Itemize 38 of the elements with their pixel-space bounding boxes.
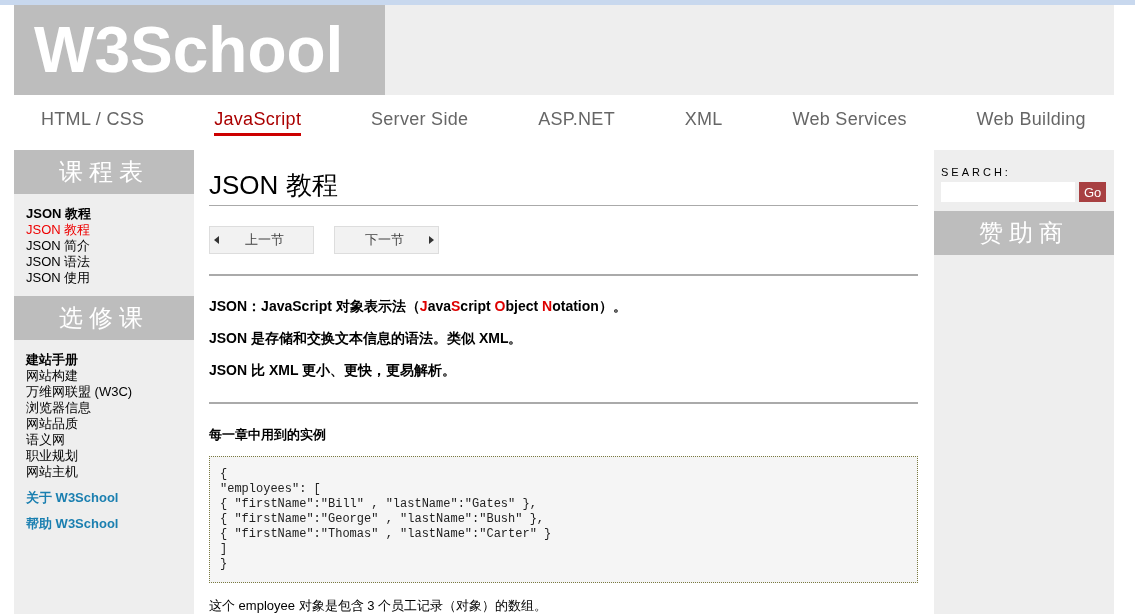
sidebar-link[interactable]: 帮助 W3School (26, 516, 182, 532)
nav-tab[interactable]: Web Building (976, 109, 1086, 136)
sidebar-heading: 选修课 (14, 296, 194, 340)
sidebar-section-title: 建站手册 (26, 352, 79, 368)
sidebar-section-title: JSON 教程 (26, 206, 92, 222)
nav-tab[interactable]: XML (684, 109, 723, 136)
paragraph: JSON 是存储和交换文本信息的语法。类似 XML。 (209, 330, 524, 348)
right-triangle-icon (429, 236, 434, 244)
previous-button[interactable]: 上一节 (209, 226, 314, 254)
go-button[interactable]: Go (1079, 182, 1107, 202)
paragraph: 这个 employee 对象是包含 3 个员工记录（对象）的数组。 (209, 597, 549, 614)
next-button[interactable]: 下一节 (334, 226, 439, 254)
nav-tab[interactable]: HTML / CSS (41, 109, 145, 136)
sidebar-item[interactable]: 网站主机 (26, 464, 182, 480)
sidebar-item[interactable]: JSON 简介 (26, 238, 182, 254)
page-title: JSON 教程 (209, 168, 918, 206)
sidebar-item[interactable]: JSON 语法 (26, 254, 182, 270)
sidebar-item[interactable]: 语义网 (26, 432, 182, 448)
intro-paragraph: JSON：JavaScript 对象表示法（JavaScript Object Notation）。 (209, 298, 628, 316)
nav-tab[interactable]: Web Services (792, 109, 907, 136)
nav-tab[interactable]: JavaScript (214, 109, 302, 136)
sidebar-item[interactable]: 浏览器信息 (26, 400, 182, 416)
sidebar-item[interactable]: 网站品质 (26, 416, 182, 432)
sidebar-item[interactable]: 万维网联盟 (W3C) (26, 384, 182, 400)
sidebar-item[interactable]: JSON 使用 (26, 270, 182, 286)
search-label: SEARCH: (941, 166, 1012, 178)
sidebar-item[interactable]: JSON 教程 (26, 222, 182, 238)
nav-tab[interactable]: Server Side (371, 109, 469, 136)
paragraph: JSON 比 XML 更小、更快，更易解析。 (209, 362, 458, 380)
left-triangle-icon (214, 236, 219, 244)
code-block: { "employees": [ { "firstName":"Bill" , "lastName":"Gates" }, { "firstName":"George" , "lastName":"Bush" }, { "firstName":"Thomas" , "lastName":"Carter" } ] } (209, 456, 918, 583)
section-heading: 每一章中用到的实例 (209, 426, 327, 444)
sidebar-item[interactable]: 网站构建 (26, 368, 182, 384)
sidebar-link[interactable]: 关于 W3School (26, 490, 182, 506)
sidebar-item[interactable]: 职业规划 (26, 448, 182, 464)
sidebar-heading: 赞助商 (934, 211, 1114, 255)
nav-tab[interactable]: ASP.NET (538, 109, 615, 136)
sidebar-heading: 课程表 (14, 150, 194, 194)
